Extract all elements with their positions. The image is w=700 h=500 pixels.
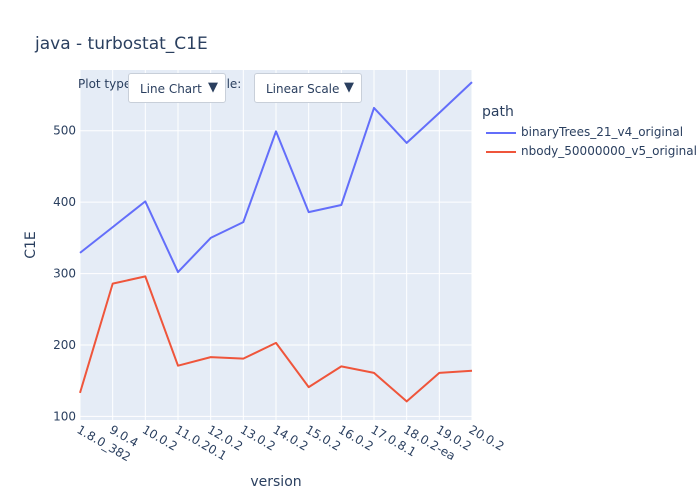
plot-type-dropdown[interactable]: Line Chart ▼ — [128, 73, 226, 103]
x-tick-label: 15.0.2 — [303, 422, 343, 453]
y-tick-label: 400 — [53, 195, 76, 209]
y-axis-title: C1E — [23, 231, 39, 259]
scale-dropdown[interactable]: Linear Scale ▼ — [254, 73, 362, 103]
plot-type-value: Line Chart — [140, 82, 202, 96]
scale-value: Linear Scale — [266, 82, 340, 96]
x-tick-label: 16.0.2 — [336, 422, 376, 453]
x-tick-label: 14.0.2 — [271, 422, 311, 453]
chevron-down-icon: ▼ — [208, 80, 218, 95]
x-tick-label: 13.0.2 — [238, 422, 278, 453]
legend-label: binaryTrees_21_v4_original — [521, 125, 684, 139]
legend-swatch — [486, 132, 516, 134]
x-tick-label: 10.0.2 — [140, 422, 180, 453]
y-tick-label: 500 — [53, 124, 76, 138]
legend-label: nbody_50000000_v5_original — [521, 144, 697, 158]
chevron-down-icon: ▼ — [344, 80, 354, 95]
y-tick-label: 200 — [53, 338, 76, 352]
plot-type-label: Plot type: — [78, 77, 136, 91]
y-tick-label: 100 — [53, 409, 76, 423]
x-tick-label: 20.0.2 — [467, 422, 507, 453]
x-axis-title: version — [250, 474, 301, 490]
y-tick-label: 300 — [53, 267, 76, 281]
legend-swatch — [486, 151, 516, 153]
legend-title: path — [482, 104, 514, 120]
